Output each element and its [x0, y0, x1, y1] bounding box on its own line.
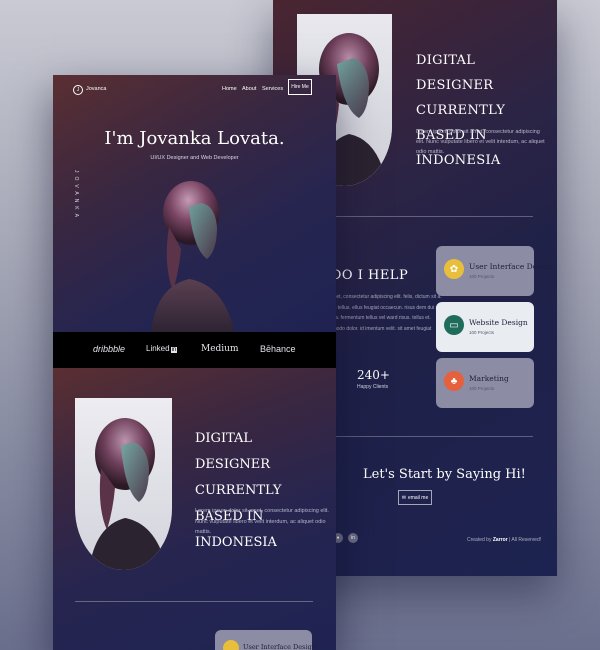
paint-palette-icon: ✿ [444, 259, 464, 279]
about-section: DIGITAL DESIGNER CURRENTLY BASED IN INDO… [53, 368, 336, 650]
service-card-ui-design[interactable]: ✿ User Interface Design 100 Projects [436, 246, 553, 296]
divider [313, 436, 533, 437]
service-subtitle: 100 Projects [469, 330, 495, 335]
vertical-name: JOVANKA [71, 170, 79, 225]
email-me-label: email me [407, 494, 429, 501]
logo-icon[interactable]: J [73, 85, 83, 95]
nav-services[interactable]: Services [262, 86, 283, 92]
service-card-marketing[interactable]: ♣ Marketing 100 Projects [436, 358, 534, 408]
credit-name[interactable]: Zarror [493, 537, 508, 543]
nav-about[interactable]: About [242, 86, 256, 92]
behance-logo[interactable]: Bēhance [260, 344, 296, 354]
social-icon[interactable]: in [348, 533, 358, 543]
service-card-website-design[interactable]: ▭ Website Design 100 Projects [436, 302, 534, 352]
dribbble-logo[interactable]: dribbble [93, 344, 125, 354]
paint-palette-icon [223, 640, 239, 650]
hero-title: I'm Jovanka Lovata. [104, 128, 285, 149]
service-subtitle: 100 Projects [469, 274, 495, 279]
service-subtitle: 100 Projects [469, 386, 495, 391]
cta-title: Let's Start by Saying Hi! [363, 467, 526, 482]
service-title: User Interface Design [469, 262, 554, 271]
service-card-ui-design-peek[interactable]: User Interface Design [215, 630, 316, 650]
team-icon: ♣ [444, 371, 464, 391]
stat-label: Happy Clients [357, 384, 389, 390]
service-title: Marketing [469, 374, 509, 383]
nav-home[interactable]: Home [222, 86, 237, 92]
hero-subtitle: UI/UX Designer and Web Developer [150, 155, 239, 161]
linkedin-text: Linked [146, 344, 170, 353]
hero-section: J Jovanca Home About Services Hire Me I'… [53, 75, 336, 335]
portfolio-page-front: J Jovanca Home About Services Hire Me I'… [53, 75, 336, 650]
service-title: Website Design [469, 318, 528, 327]
portrait-image-hero [151, 181, 235, 335]
help-section-title: DO I HELP [331, 268, 409, 283]
medium-logo[interactable]: Medium [201, 344, 239, 354]
monitor-icon: ▭ [444, 315, 464, 335]
linkedin-logo[interactable]: Linked in [146, 344, 178, 353]
email-me-button[interactable]: ✉ email me [398, 490, 432, 505]
about-paragraph: Lorem ipsum dolor sit amet, consectetur … [195, 508, 329, 535]
linkedin-in-icon: in [170, 347, 178, 353]
credit-suffix: | All Reserved! [508, 537, 542, 543]
about-paragraph-back: Lorem ipsum dolor sit amet, consectetur … [416, 129, 545, 155]
vertical-name-text: JOVANKA [73, 170, 79, 221]
divider [313, 216, 533, 217]
service-title: User Interface Design [243, 643, 316, 650]
stat-number: 240+ [357, 368, 390, 382]
divider [75, 601, 313, 602]
partner-logos-bar: dribbble Linked in Medium Bēhance [53, 332, 336, 368]
portrait-image-about [75, 398, 172, 570]
hire-me-button[interactable]: Hire Me [288, 79, 312, 95]
email-icon: ✉ [401, 494, 406, 501]
footer-credit: Created by Zarror | All Reserved! [467, 537, 541, 543]
help-paragraph: sit amet, consectetur adipiscing elit. f… [323, 294, 442, 332]
credit-prefix: Created by [467, 537, 492, 543]
logo-name[interactable]: Jovanca [86, 86, 107, 92]
